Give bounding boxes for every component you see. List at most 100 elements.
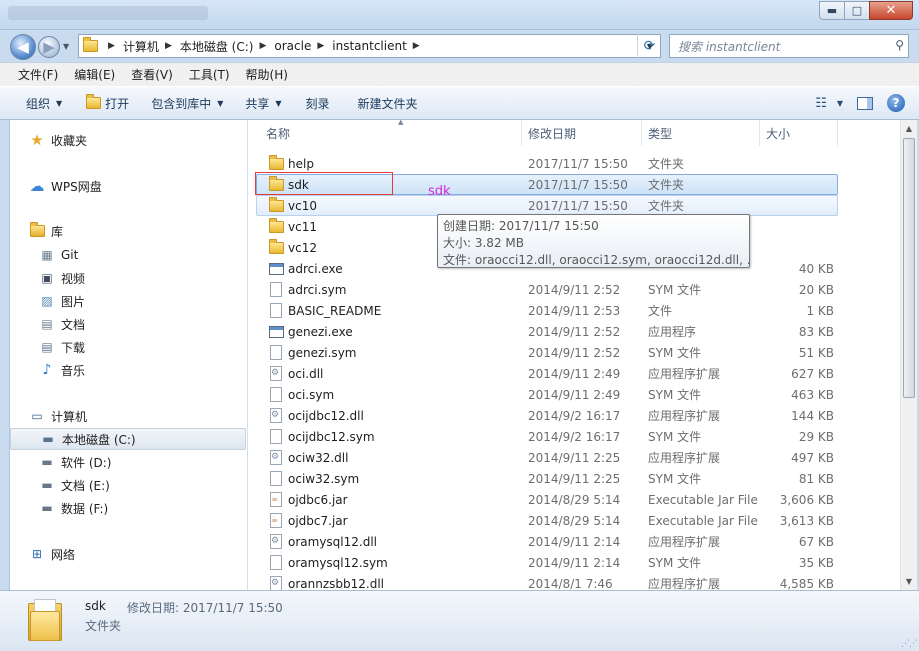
sidebar-item-drive-e[interactable]: ▬ 文档 (E:) <box>38 474 109 496</box>
breadcrumb-chevron-icon[interactable]: ▶ <box>108 41 115 51</box>
column-header-type[interactable]: 类型 <box>642 120 760 146</box>
include-in-library-button[interactable]: 包含到库中 ▼ <box>143 87 231 119</box>
scroll-down-button[interactable]: ▼ <box>901 573 917 590</box>
file-row[interactable]: ocijdbc12.sym 2014/9/2 16:17 SYM 文件 29 KB <box>248 426 900 447</box>
sidebar-item-documents[interactable]: ▤ 文档 <box>38 313 85 335</box>
close-button[interactable]: ✕ <box>869 1 913 20</box>
sidebar-item-drive-d[interactable]: ▬ 软件 (D:) <box>38 451 111 473</box>
sidebar-item-wps[interactable]: ☁ WPS网盘 <box>28 175 102 197</box>
details-view-icon: ☷ <box>815 95 827 111</box>
breadcrumb-chevron-icon[interactable]: ▶ <box>413 41 420 51</box>
scroll-up-button[interactable]: ▲ <box>901 120 917 137</box>
preview-pane-button[interactable] <box>857 96 873 110</box>
new-folder-button[interactable]: 新建文件夹 <box>350 87 426 119</box>
share-button[interactable]: 共享 ▼ <box>237 87 289 119</box>
sidebar-item-videos[interactable]: ▣ 视频 <box>38 267 85 289</box>
sidebar-item-favorites[interactable]: ★ 收藏夹 <box>28 129 87 151</box>
breadcrumb-oracle[interactable]: oracle <box>274 35 311 57</box>
arrow-right-icon: ▶ <box>43 38 55 56</box>
breadcrumb-chevron-icon[interactable]: ▶ <box>259 41 266 51</box>
file-row[interactable]: oci.sym 2014/9/11 2:49 SYM 文件 463 KB <box>248 384 900 405</box>
file-row[interactable]: oramysql12.sym 2014/9/11 2:14 SYM 文件 35 KB <box>248 552 900 573</box>
breadcrumb-drive-c[interactable]: 本地磁盘 (C:) <box>180 35 254 57</box>
vertical-scrollbar[interactable]: ▲ ▼ <box>900 120 917 590</box>
menu-help[interactable]: 帮助(H) <box>238 63 296 86</box>
file-row[interactable]: ojdbc6.jar 2014/8/29 5:14 Executable Jar F… <box>248 489 900 510</box>
sidebar-item-drive-f[interactable]: ▬ 数据 (F:) <box>38 497 108 519</box>
forward-button[interactable]: ▶ <box>38 36 60 58</box>
file-size: 4,585 KB <box>779 576 834 591</box>
sidebar-item-libraries[interactable]: 库 <box>28 220 63 242</box>
file-row[interactable]: genezi.sym 2014/9/11 2:52 SYM 文件 51 KB <box>248 342 900 363</box>
search-input[interactable]: 搜索 instantclient ⚲ <box>669 34 909 58</box>
resize-grip-icon[interactable]: ⋰⋰ <box>901 639 918 649</box>
folder-icon <box>268 196 284 214</box>
refresh-button[interactable]: ⟳ <box>637 34 661 58</box>
folder-icon <box>268 238 284 256</box>
column-header-size[interactable]: 大小 <box>760 120 838 146</box>
breadcrumb-chevron-icon[interactable]: ▶ <box>317 41 324 51</box>
file-row[interactable]: oci.dll 2014/9/11 2:49 应用程序扩展 627 KB <box>248 363 900 384</box>
file-type: SYM 文件 <box>648 430 702 444</box>
file-row[interactable]: genezi.exe 2014/9/11 2:52 应用程序 83 KB <box>248 321 900 342</box>
file-row[interactable]: orannzsbb12.dll 2014/8/1 7:46 应用程序扩展 4,585 … <box>248 573 900 590</box>
file-row[interactable]: ociw32.dll 2014/9/11 2:25 应用程序扩展 497 KB <box>248 447 900 468</box>
file-type: 应用程序扩展 <box>648 409 721 423</box>
file-row[interactable]: ocijdbc12.dll 2014/9/2 16:17 应用程序扩展 144 KB <box>248 405 900 426</box>
sidebar-item-pictures[interactable]: ▨ 图片 <box>38 290 85 312</box>
burn-button[interactable]: 刻录 <box>298 87 338 119</box>
scrollbar-thumb[interactable] <box>903 138 915 398</box>
menu-edit[interactable]: 编辑(E) <box>66 63 123 86</box>
help-button[interactable]: ? <box>887 94 905 112</box>
sidebar-item-downloads[interactable]: ▤ 下载 <box>38 336 85 358</box>
dll-file-icon <box>268 534 284 550</box>
sidebar-item-label: 视频 <box>61 271 86 286</box>
sidebar-item-network[interactable]: ⊞ 网络 <box>28 543 75 565</box>
sort-ascending-icon: ▲ <box>398 120 404 126</box>
minimize-button[interactable]: ▬ <box>819 1 845 20</box>
organize-button[interactable]: 组织 ▼ <box>18 87 70 119</box>
breadcrumb-computer[interactable]: 计算机 <box>123 35 159 57</box>
file-file-icon <box>268 429 284 445</box>
sidebar-item-music[interactable]: ♪ 音乐 <box>38 359 85 381</box>
file-row[interactable]: help 2017/11/7 15:50 文件夹 <box>248 153 900 174</box>
search-icon[interactable]: ⚲ <box>895 38 904 52</box>
file-date: 2014/9/11 2:25 <box>528 450 621 465</box>
file-size <box>777 195 843 216</box>
file-row[interactable]: oramysql12.dll 2014/9/11 2:14 应用程序扩展 67 KB <box>248 531 900 552</box>
file-size: 67 KB <box>798 534 834 549</box>
file-name: ojdbc7.jar <box>288 513 348 528</box>
sidebar-item-computer[interactable]: ▭ 计算机 <box>28 405 87 427</box>
open-button[interactable]: 打开 <box>78 87 137 119</box>
sidebar-item-label: 下载 <box>61 340 86 355</box>
menu-view[interactable]: 查看(V) <box>123 63 181 86</box>
file-row[interactable]: BASIC_README 2014/9/11 2:53 文件 1 KB <box>248 300 900 321</box>
file-size <box>768 237 834 258</box>
network-icon: ⊞ <box>31 547 43 561</box>
menu-tools[interactable]: 工具(T) <box>181 63 238 86</box>
sidebar-item-drive-c[interactable]: ▬ 本地磁盘 (C:) <box>10 428 246 450</box>
menu-file[interactable]: 文件(F) <box>10 63 66 86</box>
file-row[interactable]: ociw32.sym 2014/9/11 2:25 SYM 文件 81 KB <box>248 468 900 489</box>
dropdown-arrow-icon: ▼ <box>217 98 224 108</box>
file-type: SYM 文件 <box>648 472 702 486</box>
details-modified: 修改日期: 2017/11/7 15:50 <box>127 601 283 615</box>
breadcrumb-chevron-icon[interactable]: ▶ <box>165 41 172 51</box>
dropdown-arrow-icon: ▼ <box>836 98 843 108</box>
recent-pages-dropdown[interactable]: ▼ <box>63 42 69 51</box>
file-row[interactable]: adrci.sym 2014/9/11 2:52 SYM 文件 20 KB <box>248 279 900 300</box>
view-options-button[interactable]: ☷ ▼ <box>815 96 843 111</box>
breadcrumb-instantclient[interactable]: instantclient <box>332 35 407 57</box>
exe-file-icon <box>268 324 284 340</box>
address-bar[interactable]: ▶ 计算机 ▶ 本地磁盘 (C:) ▶ oracle ▶ instantclie… <box>78 34 661 58</box>
file-row[interactable]: vc10 2017/11/7 15:50 文件夹 <box>256 195 838 216</box>
jar-file-icon <box>268 513 284 529</box>
back-button[interactable]: ◀ <box>10 34 36 60</box>
maximize-button[interactable]: □ <box>844 1 870 20</box>
file-row[interactable]: ojdbc7.jar 2014/8/29 5:14 Executable Jar F… <box>248 510 900 531</box>
file-type: 应用程序扩展 <box>648 577 721 590</box>
column-header-name[interactable]: 名称 ▲ <box>260 120 522 146</box>
sidebar-item-git[interactable]: ▦ Git <box>38 244 78 266</box>
new-folder-label: 新建文件夹 <box>357 96 418 111</box>
column-header-date[interactable]: 修改日期 <box>522 120 642 146</box>
